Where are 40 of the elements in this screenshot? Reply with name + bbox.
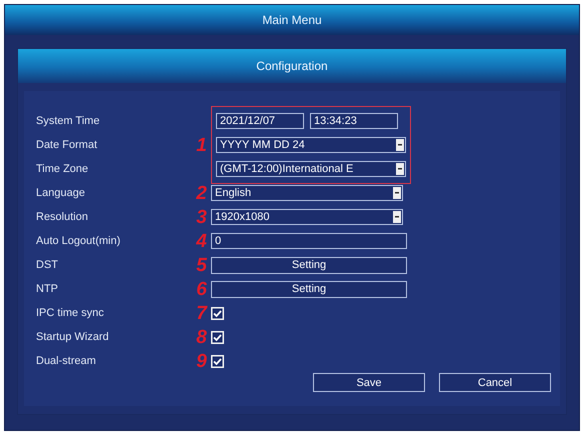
annotation-number: 8 bbox=[196, 328, 207, 346]
dropdown-icon[interactable] bbox=[396, 139, 404, 151]
checkbox[interactable] bbox=[211, 330, 224, 344]
dropdown-icon[interactable] bbox=[396, 163, 404, 175]
footer-button[interactable]: Cancel bbox=[439, 373, 551, 392]
setting-button[interactable]: Setting bbox=[211, 280, 407, 298]
dropdown-icon[interactable] bbox=[393, 187, 401, 199]
setting-label: Date Format bbox=[36, 139, 98, 151]
date-field[interactable]: 2021/12/07 bbox=[216, 113, 304, 129]
setting-label: NTP bbox=[36, 283, 58, 295]
panel-title: Configuration bbox=[18, 49, 566, 83]
setting-button[interactable]: Setting bbox=[211, 256, 407, 274]
annotation-number: 7 bbox=[196, 304, 207, 322]
checkbox[interactable] bbox=[211, 306, 224, 320]
setting-label: IPC time sync bbox=[36, 307, 104, 319]
checkbox[interactable] bbox=[211, 354, 224, 368]
window-title: Main Menu bbox=[5, 5, 579, 35]
annotation-number: 5 bbox=[196, 256, 207, 274]
dropdown-field[interactable]: (GMT-12:00)International E bbox=[216, 161, 406, 177]
annotation-number: 9 bbox=[196, 352, 207, 370]
setting-label: Resolution bbox=[36, 211, 88, 223]
annotation-number: 3 bbox=[196, 208, 207, 226]
setting-label: Language bbox=[36, 187, 85, 199]
dropdown-field[interactable]: YYYY MM DD 24 bbox=[216, 137, 406, 153]
annotation-number: 1 bbox=[196, 136, 207, 154]
setting-label: DST bbox=[36, 259, 58, 271]
annotation-number: 2 bbox=[196, 184, 207, 202]
input-field[interactable]: 0 bbox=[211, 233, 407, 249]
setting-label: Auto Logout(min) bbox=[36, 235, 120, 247]
annotation-number: 4 bbox=[196, 232, 207, 250]
setting-label: Startup Wizard bbox=[36, 331, 109, 343]
setting-label: Dual-stream bbox=[36, 355, 96, 367]
dropdown-field[interactable]: 1920x1080 bbox=[211, 209, 403, 225]
dropdown-field[interactable]: English bbox=[211, 185, 403, 201]
annotation-number: 6 bbox=[196, 280, 207, 298]
footer-button[interactable]: Save bbox=[313, 373, 425, 392]
setting-label: System Time bbox=[36, 115, 100, 127]
time-field[interactable]: 13:34:23 bbox=[310, 113, 398, 129]
setting-label: Time Zone bbox=[36, 163, 88, 175]
dropdown-icon[interactable] bbox=[393, 211, 401, 223]
